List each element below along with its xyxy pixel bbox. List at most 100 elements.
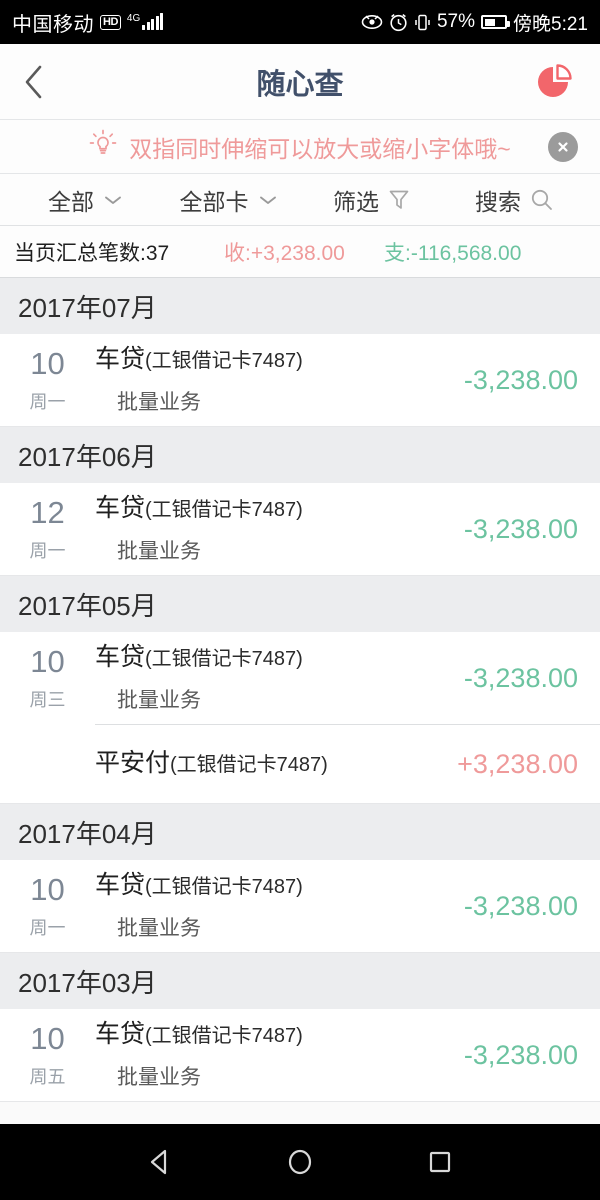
filter-screen-button[interactable]: 筛选 (300, 174, 443, 225)
weekday-label: 周三 (29, 690, 66, 711)
row-amount: -3,238.00 (410, 493, 600, 565)
carrier-label: 中国移动 (12, 13, 94, 36)
transaction-name: 车贷 (95, 494, 146, 523)
month-group: 10 周一 车贷(工银借记卡7487) 批量业务 -3,238.00 (0, 860, 600, 953)
day-number: 10 (30, 871, 65, 907)
transaction-title: 车贷(工银借记卡7487) (95, 870, 404, 901)
row-date: 10 周一 (0, 344, 95, 416)
nav-recents-icon (429, 1151, 451, 1173)
transaction-account: (工银借记卡7487) (145, 499, 303, 522)
status-bar-right: 57% 傍晚5:21 (361, 9, 588, 36)
month-header: 2017年05月 (0, 576, 600, 632)
pie-chart-icon (538, 63, 572, 97)
chart-button[interactable] (532, 59, 578, 105)
transaction-subtitle: 批量业务 (117, 688, 201, 712)
transaction-subtitle: 批量业务 (117, 390, 201, 414)
transaction-subtitle: 批量业务 (117, 916, 201, 940)
chevron-down-icon (105, 196, 121, 204)
day-number: 10 (30, 643, 65, 679)
nav-recents-button[interactable] (412, 1134, 468, 1190)
row-body: 车贷(工银借记卡7487) 批量业务 (95, 642, 410, 714)
month-header: 2017年06月 (0, 427, 600, 483)
transaction-account: (工银借记卡7487) (170, 754, 328, 777)
month-header: 2017年03月 (0, 953, 600, 1009)
transaction-account: (工银借记卡7487) (145, 876, 303, 899)
tip-banner: 双指同时伸缩可以放大或缩小字体哦~ (0, 120, 600, 174)
nav-back-button[interactable] (132, 1134, 188, 1190)
amount-value: -3,238.00 (463, 662, 578, 693)
filter-screen-label: 筛选 (333, 188, 379, 215)
row-body: 车贷(工银借记卡7487) 批量业务 (95, 493, 410, 565)
nav-home-button[interactable] (272, 1134, 328, 1190)
transaction-account: (工银借记卡7487) (145, 1025, 303, 1048)
row-amount: -3,238.00 (410, 642, 600, 714)
transaction-account: (工银借记卡7487) (145, 648, 303, 671)
page-title: 随心查 (256, 68, 344, 101)
eye-icon (361, 14, 383, 30)
transaction-list[interactable]: 2017年07月 10 周一 车贷(工银借记卡7487) 批量业务 -3,238.00 20… (0, 278, 600, 1124)
filter-card-button[interactable]: 全部卡 (157, 174, 300, 225)
amount-value: -3,238.00 (463, 890, 578, 921)
transaction-title: 车贷(工银借记卡7487) (95, 344, 404, 375)
transaction-title: 车贷(工银借记卡7487) (95, 493, 404, 524)
row-body: 车贷(工银借记卡7487) 批量业务 (95, 1019, 410, 1091)
close-icon (558, 141, 568, 152)
row-body: 车贷(工银借记卡7487) 批量业务 (95, 870, 410, 942)
table-row[interactable]: 10 周一 车贷(工银借记卡7487) 批量业务 -3,238.00 (0, 860, 600, 952)
table-row[interactable]: 10 周三 车贷(工银借记卡7487) 批量业务 -3,238.00 (0, 632, 600, 724)
month-group: 10 周五 车贷(工银借记卡7487) 批量业务 -3,238.00 (0, 1009, 600, 1102)
search-button[interactable]: 搜索 (443, 174, 586, 225)
search-label: 搜索 (475, 188, 521, 215)
row-amount: -3,238.00 (410, 344, 600, 416)
summary-count-label: 当页汇总笔数:37 (14, 241, 170, 265)
row-date (0, 735, 95, 793)
row-date: 10 周三 (0, 642, 95, 714)
signal-bars-icon (142, 13, 164, 30)
weekday-label: 周一 (29, 918, 66, 939)
transaction-title: 平安付(工银借记卡7487) (95, 748, 404, 779)
status-bar-left: 中国移动 HD 4G (12, 8, 164, 37)
day-number: 10 (30, 345, 65, 381)
row-body: 平安付(工银借记卡7487) (95, 735, 410, 793)
row-body: 车贷(工银借记卡7487) 批量业务 (95, 344, 410, 416)
transaction-name: 车贷 (95, 1020, 146, 1049)
weekday-label: 周五 (29, 1067, 66, 1088)
summary-expense-label: 支:-116,568.00 (384, 241, 522, 265)
alarm-clock-icon (389, 13, 408, 32)
battery-percent-label: 57% (436, 11, 476, 32)
month-group: 12 周一 车贷(工银借记卡7487) 批量业务 -3,238.00 (0, 483, 600, 576)
table-row[interactable]: 平安付(工银借记卡7487) +3,238.00 (0, 725, 600, 803)
back-chevron-icon (25, 65, 42, 98)
nav-home-icon (288, 1149, 312, 1175)
chevron-down-icon (259, 196, 276, 204)
lightbulb-icon (89, 129, 117, 164)
filter-bar: 全部 全部卡 筛选 搜索 (0, 174, 600, 226)
amount-value: -3,238.00 (463, 513, 578, 544)
row-amount: -3,238.00 (410, 870, 600, 942)
row-date: 10 周一 (0, 870, 95, 942)
transaction-title: 车贷(工银借记卡7487) (95, 642, 404, 673)
transaction-subtitle: 批量业务 (117, 539, 201, 563)
battery-icon (481, 15, 511, 29)
network-type-label: 4G (126, 13, 141, 24)
transaction-account: (工银借记卡7487) (145, 350, 303, 373)
transaction-name: 车贷 (95, 345, 146, 374)
app-root: 中国移动 HD 4G 57% 傍晚5:21 随心查 双指同时伸缩可以放大或缩小字… (0, 0, 600, 1200)
vibrate-icon (414, 13, 431, 32)
funnel-icon (389, 190, 409, 209)
filter-all-button[interactable]: 全部 (14, 174, 157, 225)
summary-income-label: 收:+3,238.00 (224, 241, 345, 265)
summary-bar: 当页汇总笔数:37 收:+3,238.00 支:-116,568.00 (0, 226, 600, 278)
day-number: 10 (30, 1020, 65, 1056)
filter-all-label: 全部 (48, 188, 94, 215)
row-date: 10 周五 (0, 1019, 95, 1091)
clock-label: 傍晚5:21 (513, 13, 588, 35)
filter-card-label: 全部卡 (179, 188, 249, 215)
tip-close-button[interactable] (548, 131, 578, 162)
table-row[interactable]: 12 周一 车贷(工银借记卡7487) 批量业务 -3,238.00 (0, 483, 600, 575)
network-indicator: 4G (126, 13, 164, 30)
table-row[interactable]: 10 周一 车贷(工银借记卡7487) 批量业务 -3,238.00 (0, 334, 600, 426)
row-amount: +3,238.00 (410, 735, 600, 793)
back-button[interactable] (22, 62, 62, 102)
table-row[interactable]: 10 周五 车贷(工银借记卡7487) 批量业务 -3,238.00 (0, 1009, 600, 1101)
